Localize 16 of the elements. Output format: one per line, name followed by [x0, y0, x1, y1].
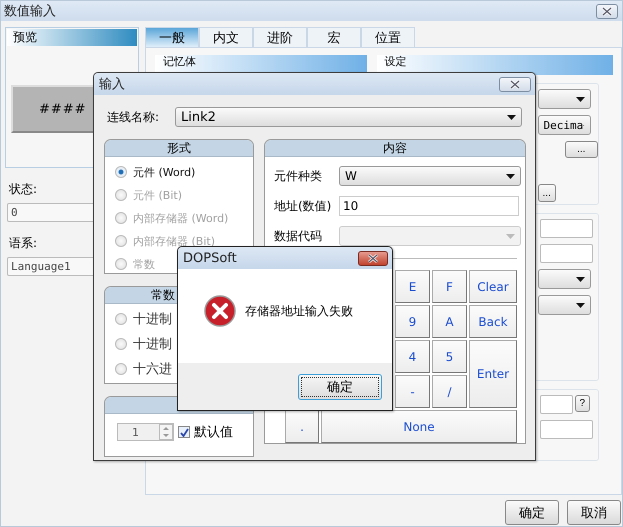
field-label: 元件种类: [274, 168, 323, 184]
group-header: 形式: [105, 140, 253, 157]
panel-header: 预览: [7, 29, 137, 46]
dropdown-value: Link2: [181, 110, 216, 124]
field-label: 语系:: [9, 235, 38, 252]
dialog-title: DOPSoft: [183, 250, 237, 266]
field-label: 状态:: [9, 181, 38, 198]
error-message: 存储器地址输入失败: [245, 302, 353, 320]
checkbox-label: 默认值: [194, 424, 233, 441]
field-label: 数据代码: [274, 228, 323, 244]
dropdown-value: Decima: [544, 118, 584, 132]
section-header: 设定: [376, 55, 613, 75]
group-header: 内容: [265, 140, 525, 157]
field-label: 地址(数值): [274, 198, 332, 214]
dropdown-value: W: [345, 169, 357, 183]
window-title: 数值输入: [4, 3, 56, 20]
